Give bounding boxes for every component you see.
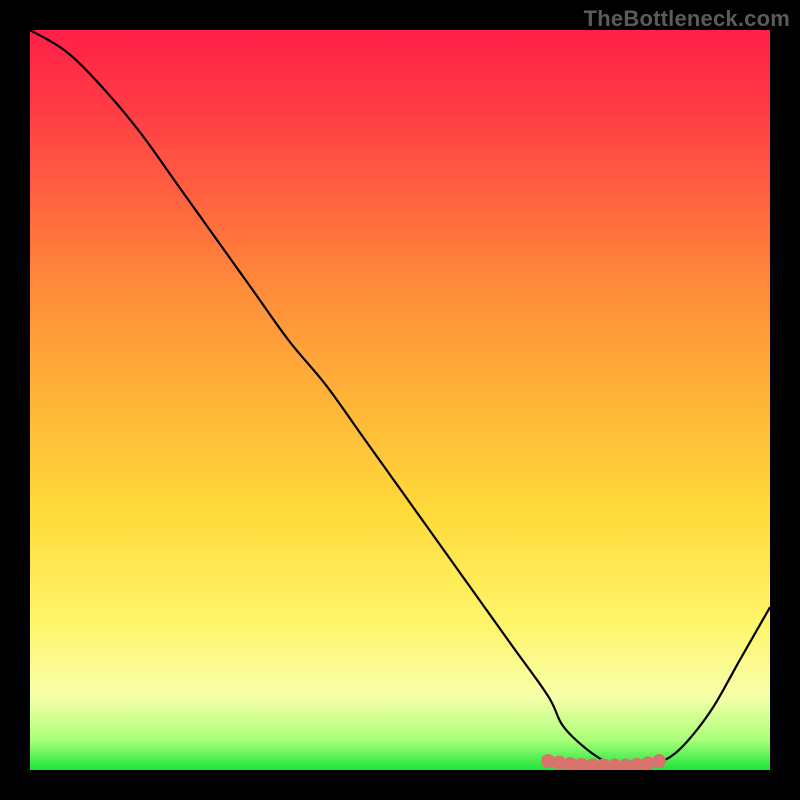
- chart-container: TheBottleneck.com: [0, 0, 800, 800]
- chart-svg: [30, 30, 770, 770]
- bottleneck-curve-line: [30, 30, 770, 767]
- watermark-text: TheBottleneck.com: [584, 6, 790, 32]
- highlight-dot: [652, 754, 666, 768]
- highlight-markers: [541, 754, 666, 770]
- plot-area: [30, 30, 770, 770]
